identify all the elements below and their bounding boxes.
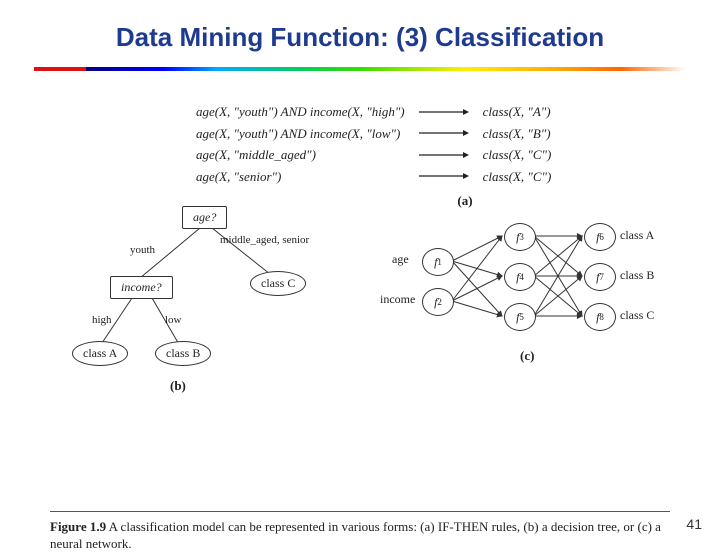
rule-arrow-icon bbox=[411, 166, 477, 188]
tree-edge-youth: youth bbox=[130, 244, 155, 256]
part-c-nn: age income f1 f2 f3 f4 f5 f6 f7 f8 class… bbox=[380, 216, 660, 376]
rule-row: age(X, "senior") class(X, "C") bbox=[190, 166, 557, 188]
rule-lhs: age(X, "youth") AND income(X, "low") bbox=[190, 123, 411, 145]
nn-node-f1: f1 bbox=[422, 248, 454, 276]
nn-node-f8: f8 bbox=[584, 303, 616, 331]
rule-arrow-icon bbox=[411, 123, 477, 145]
part-c-label: (c) bbox=[520, 348, 534, 364]
slide-title: Data Mining Function: (3) Classification bbox=[0, 0, 720, 53]
tree-edge-middle-senior: middle_aged, senior bbox=[220, 234, 309, 246]
rule-rhs: class(X, "C") bbox=[477, 144, 558, 166]
rule-row: age(X, "youth") AND income(X, "high") cl… bbox=[190, 101, 557, 123]
tree-leaf-class-b: class B bbox=[155, 341, 211, 366]
part-a-rules: age(X, "youth") AND income(X, "high") cl… bbox=[190, 101, 670, 211]
figure-caption-text: A classification model can be represente… bbox=[50, 519, 661, 552]
rule-arrow-icon bbox=[411, 101, 477, 123]
nn-node-f3: f3 bbox=[504, 223, 536, 251]
tree-leaf-class-c: class C bbox=[250, 271, 306, 296]
figure-number: Figure 1.9 bbox=[50, 519, 106, 534]
part-b-tree: age? youth middle_aged, senior income? c… bbox=[70, 206, 330, 386]
rule-row: age(X, "youth") AND income(X, "low") cla… bbox=[190, 123, 557, 145]
tree-edge-high: high bbox=[92, 314, 112, 326]
rule-row: age(X, "middle_aged") class(X, "C") bbox=[190, 144, 557, 166]
tree-edge-low: low bbox=[165, 314, 182, 326]
nn-input-age-label: age bbox=[392, 252, 409, 267]
nn-node-f7: f7 bbox=[584, 263, 616, 291]
rule-rhs: class(X, "A") bbox=[477, 101, 558, 123]
nn-out-class-c: class C bbox=[620, 308, 654, 323]
caption-rule bbox=[50, 511, 670, 512]
rule-lhs: age(X, "middle_aged") bbox=[190, 144, 411, 166]
nn-node-f4: f4 bbox=[504, 263, 536, 291]
page-number: 41 bbox=[686, 516, 702, 532]
rule-lhs: age(X, "senior") bbox=[190, 166, 411, 188]
nn-out-class-a: class A bbox=[620, 228, 654, 243]
figure-area: age(X, "youth") AND income(X, "high") cl… bbox=[50, 101, 670, 553]
rule-lhs: age(X, "youth") AND income(X, "high") bbox=[190, 101, 411, 123]
nn-node-f2: f2 bbox=[422, 288, 454, 316]
nn-node-f5: f5 bbox=[504, 303, 536, 331]
tree-leaf-class-a: class A bbox=[72, 341, 128, 366]
rule-rhs: class(X, "B") bbox=[477, 123, 558, 145]
rule-arrow-icon bbox=[411, 144, 477, 166]
tree-income-node: income? bbox=[110, 276, 173, 299]
rule-rhs: class(X, "C") bbox=[477, 166, 558, 188]
part-b-label: (b) bbox=[170, 378, 186, 394]
figure-caption: Figure 1.9 A classification model can be… bbox=[50, 518, 670, 553]
nn-out-class-b: class B bbox=[620, 268, 654, 283]
tree-root-node: age? bbox=[182, 206, 227, 229]
nn-node-f6: f6 bbox=[584, 223, 616, 251]
divider-rainbow bbox=[34, 67, 686, 71]
nn-input-income-label: income bbox=[380, 292, 415, 307]
